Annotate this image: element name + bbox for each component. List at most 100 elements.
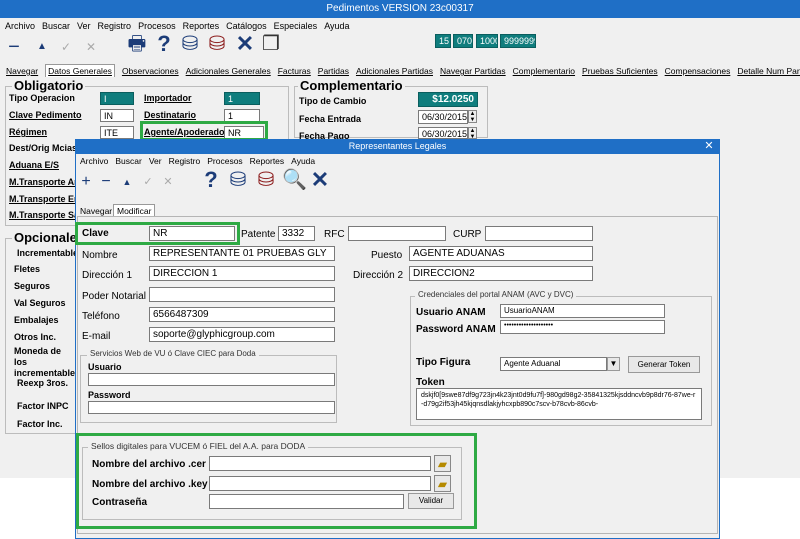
folder-icon[interactable]: ▰ [434,455,451,472]
tab-facturas[interactable]: Facturas [278,66,311,76]
tab-navegar-partidas[interactable]: Navegar Partidas [440,66,506,76]
label-factor-inpc: Factor INPC [17,401,69,411]
usuario-field[interactable] [88,373,335,386]
menu-especiales[interactable]: Especiales [274,21,318,31]
check-icon: ✓ [143,176,153,188]
tipo-figura-select[interactable]: Agente Aduanal [500,357,607,371]
tab-pruebas-suficientes[interactable]: Pruebas Suficientes [582,66,658,76]
tab-compensaciones[interactable]: Compensaciones [665,66,731,76]
close-icon[interactable]: ✕ [308,169,332,191]
archivo-key-field[interactable] [209,476,431,491]
fecha-entrada-spinner[interactable]: ▲ ▼ [468,110,477,123]
tipo-figura-dropdown-icon[interactable]: ▼ [607,357,620,371]
label-val-seguros: Val Seguros [14,298,66,308]
folder-icon[interactable]: ▰ [434,475,451,492]
dialog-titlebar: Representantes Legales [75,139,720,154]
direccion1-field[interactable]: DIRECCION 1 [149,266,335,281]
label-importador[interactable]: Importador [144,93,192,103]
database-icon[interactable]: ⛁ [178,34,202,54]
menu-ayuda[interactable]: Ayuda [324,21,349,31]
direccion2-field[interactable]: DIRECCION2 [409,266,593,281]
fecha-pago-field[interactable]: 06/30/2015 [418,127,468,139]
fecha-entrada-field[interactable]: 06/30/2015 [418,110,468,124]
tab-complementario[interactable]: Complementario [513,66,575,76]
password-field[interactable] [88,401,335,414]
email-field[interactable]: soporte@glyphicgroup.com [149,327,335,342]
minus-icon[interactable]: − [100,172,112,192]
tab-partidas[interactable]: Partidas [318,66,349,76]
dialog-menu-reportes[interactable]: Reportes [250,156,285,166]
tipo-cambio-field[interactable]: $12.0250 [418,92,478,107]
database-delete-icon[interactable]: ⛁ [254,170,278,190]
dialog-menu-registro[interactable]: Registro [169,156,201,166]
menu-buscar[interactable]: Buscar [42,21,70,31]
label-mtransporte-sal[interactable]: M.Transporte Sal [9,210,82,220]
tab-adicionales-partidas[interactable]: Adicionales Partidas [356,66,433,76]
rfc-field[interactable] [348,226,446,241]
copy-icon[interactable]: ❐ [260,34,282,54]
telefono-field[interactable]: 6566487309 [149,307,335,322]
usuario-anam-field[interactable]: UsuarioANAM [500,304,665,318]
tab-navegar[interactable]: Navegar [6,66,38,76]
label-otros-inc: Otros Inc. [14,332,57,342]
triangle-up-icon[interactable]: ▲ [121,172,133,192]
triangle-up-icon[interactable]: ▲ [36,37,48,57]
label-regimen[interactable]: Régimen [9,127,47,137]
minus-icon[interactable]: − [8,37,20,57]
menu-archivo[interactable]: Archivo [5,21,35,31]
regimen-field[interactable]: ITE [100,126,134,139]
tab-adicionales-generales[interactable]: Adicionales Generales [186,66,271,76]
dialog-tab-navegar[interactable]: Navegar [80,206,112,216]
validar-button[interactable]: Validar [408,493,454,509]
dialog-menu-ayuda[interactable]: Ayuda [291,156,315,166]
label-reexp-3ros: Reexp 3ros. [17,378,69,388]
contrasena-field[interactable] [209,494,404,509]
label-rfc: RFC [324,229,345,240]
menu-catalogos[interactable]: Catálogos [226,21,267,31]
patente-field[interactable]: 3332 [278,226,315,241]
dialog-close-icon[interactable]: ✕ [702,139,716,154]
menu-procesos[interactable]: Procesos [138,21,176,31]
generar-token-button[interactable]: Generar Token [628,356,700,373]
close-icon[interactable]: ✕ [234,33,256,55]
print-icon[interactable]: 🖶 [125,34,149,54]
dialog-menu-archivo[interactable]: Archivo [80,156,108,166]
search-document-icon[interactable]: 🔍 [282,170,307,190]
label-archivo-key: Nombre del archivo .key [92,479,208,490]
fecha-pago-spinner[interactable]: ▲ ▼ [468,127,477,140]
menu-ver[interactable]: Ver [77,21,91,31]
puesto-field[interactable]: AGENTE ADUANAS [409,246,593,261]
label-embalajes: Embalajes [14,315,59,325]
importador-field[interactable]: 1 [224,92,260,105]
dialog-menu-buscar[interactable]: Buscar [115,156,141,166]
label-aduana-es[interactable]: Aduana E/S [9,160,59,170]
nombre-field[interactable]: REPRESENTANTE 01 PRUEBAS GLY [149,246,335,261]
add-icon[interactable]: + [80,172,92,192]
menu-reportes[interactable]: Reportes [183,21,220,31]
label-clave-pedimento[interactable]: Clave Pedimento [9,110,82,120]
label-poder-notarial: Poder Notarial [82,291,146,302]
token-field[interactable]: dskjf0[9swe87df9g723jn4k23jnt0d9fu7f]-98… [416,388,702,420]
tab-datos-generales[interactable]: Datos Generales [45,64,115,77]
password-anam-field[interactable]: •••••••••••••••••••• [500,320,665,334]
tab-detalle-num-parte[interactable]: Detalle Num Parte [737,66,800,76]
archivo-cer-field[interactable] [209,456,431,471]
label-mtransporte-arr[interactable]: M.Transporte Arr [9,177,81,187]
label-mtransporte-ent[interactable]: M.Transporte Ent [9,194,83,204]
help-icon[interactable]: ? [202,169,220,191]
label-destinatario[interactable]: Destinatario [144,110,196,120]
menu-registro[interactable]: Registro [98,21,132,31]
dialog-menu-ver[interactable]: Ver [149,156,162,166]
dialog-menu-procesos[interactable]: Procesos [207,156,242,166]
curp-field[interactable] [485,226,593,241]
obligatorio-title: Obligatorio [12,78,86,93]
label-direccion1: Dirección 1 [82,270,133,281]
label-direccion2: Dirección 2 [353,270,404,281]
database-icon[interactable]: ⛁ [226,170,250,190]
poder-notarial-field[interactable] [149,287,335,302]
clave-pedimento-field[interactable]: IN [100,109,134,122]
tipo-operacion-field[interactable]: I [100,92,134,105]
tab-observaciones[interactable]: Observaciones [122,66,179,76]
help-icon[interactable]: ? [154,33,174,55]
database-delete-icon[interactable]: ⛁ [205,34,229,54]
